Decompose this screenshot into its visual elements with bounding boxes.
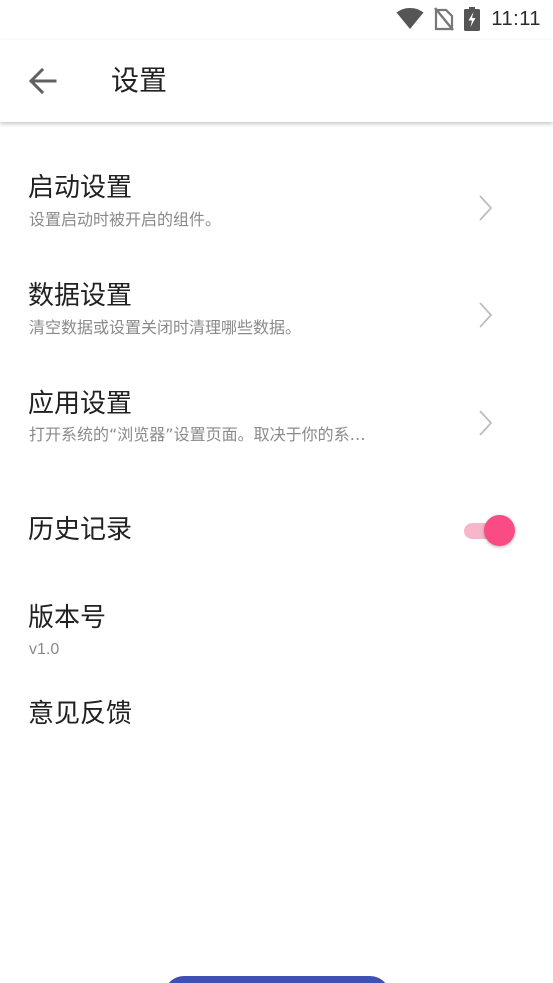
status-icons: 11:11	[396, 6, 541, 32]
no-sim-icon	[434, 7, 455, 31]
toggle-thumb	[484, 515, 515, 546]
chevron-right-icon	[479, 302, 493, 328]
app-bar: 设置	[0, 40, 553, 122]
version-value: v1.0	[29, 641, 60, 658]
history-item: 历史记录	[0, 500, 553, 564]
arrow-left-icon	[29, 68, 57, 94]
status-bar: 11:11	[0, 0, 553, 40]
wifi-icon	[396, 8, 424, 30]
app-settings-item[interactable]: 应用设置 打开系统的“浏览器”设置页面。取决于你的系…	[0, 376, 553, 476]
data-settings-title: 数据设置	[28, 281, 133, 311]
back-button[interactable]	[24, 62, 62, 100]
status-clock: 11:11	[491, 7, 541, 30]
version-item[interactable]: 版本号 v1.0	[0, 592, 553, 668]
history-title: 历史记录	[28, 515, 133, 545]
startup-settings-subtitle: 设置启动时被开启的组件。	[29, 210, 222, 229]
page-title: 设置	[111, 64, 168, 97]
history-toggle[interactable]	[462, 512, 518, 548]
data-settings-item[interactable]: 数据设置 清空数据或设置关闭时清理哪些数据。	[0, 268, 553, 368]
settings-screen: 11:11 设置 启动设置 设置启动时被开启的组件。 数据设置 清空数据或设置关…	[0, 0, 553, 983]
bottom-action-button[interactable]	[164, 976, 390, 983]
feedback-title: 意见反馈	[28, 699, 133, 729]
version-title: 版本号	[28, 603, 107, 633]
data-settings-subtitle: 清空数据或设置关闭时清理哪些数据。	[29, 318, 302, 337]
feedback-item[interactable]: 意见反馈	[0, 690, 553, 744]
app-settings-title: 应用设置	[28, 389, 133, 419]
startup-settings-title: 启动设置	[28, 173, 133, 203]
app-settings-subtitle: 打开系统的“浏览器”设置页面。取决于你的系…	[29, 425, 366, 444]
chevron-right-icon	[479, 410, 493, 436]
battery-charging-icon	[464, 7, 481, 31]
startup-settings-item[interactable]: 启动设置 设置启动时被开启的组件。	[0, 160, 553, 260]
chevron-right-icon	[479, 195, 493, 221]
